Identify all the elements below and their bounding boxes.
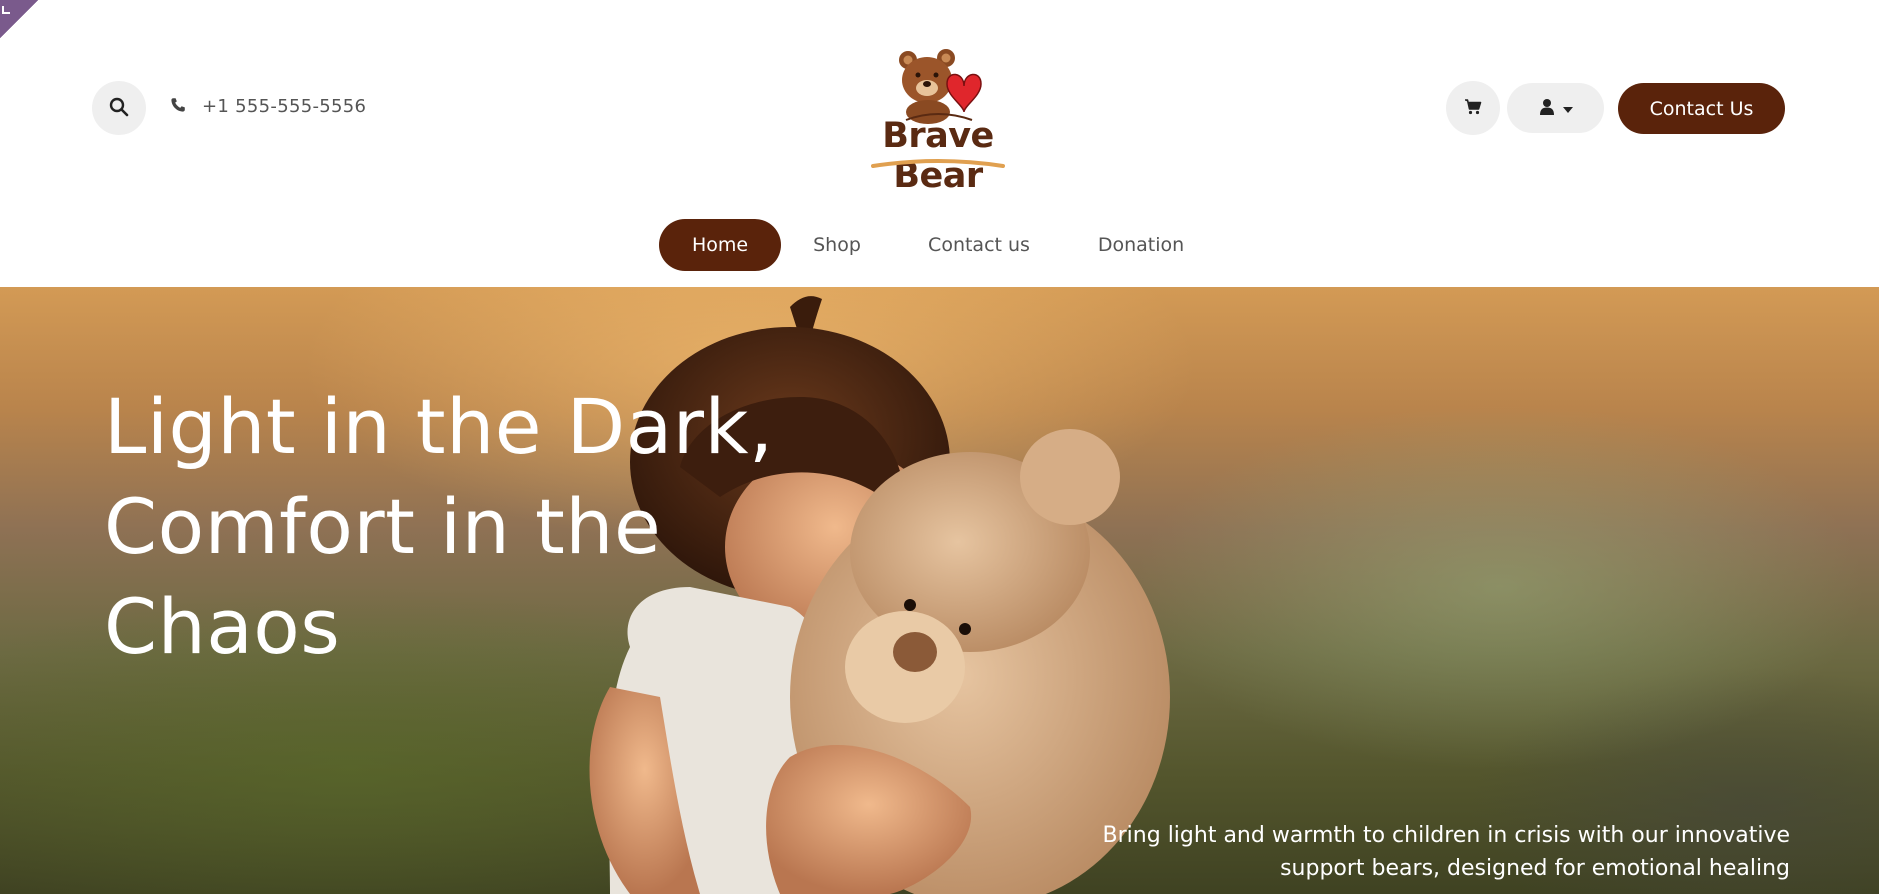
phone-icon [170,97,186,117]
cart-button[interactable] [1446,81,1500,135]
hero-banner: Light in the Dark, Comfort in the Chaos … [0,287,1879,894]
phone-number[interactable]: +1 555-555-5556 [202,96,366,117]
nav-item-donation[interactable]: Donation [1087,219,1195,271]
chevron-down-icon [1562,101,1573,116]
phone-contact[interactable]: +1 555-555-5556 [170,96,366,117]
nav-item-contact-us[interactable]: Contact us [913,219,1045,271]
main-navigation: Home Shop Contact us Donation [0,219,1879,271]
contact-us-button[interactable]: Contact Us [1618,83,1785,134]
bear-heart-icon [899,49,982,124]
hero-title: Light in the Dark, Comfort in the Chaos [104,382,774,671]
user-icon [1539,98,1555,118]
cart-icon [1464,98,1482,118]
brand-logo[interactable]: Brave Bear [848,44,1028,196]
search-icon [109,97,129,120]
search-button[interactable] [92,81,146,135]
site-header: +1 555-555-5556 Brave Bear Contact Us Ho… [0,0,1879,287]
logo-swoosh [871,159,1005,168]
user-menu-button[interactable] [1507,83,1604,133]
nav-item-shop[interactable]: Shop [797,219,877,271]
corner-ribbon [0,0,38,38]
corner-icon [2,6,10,14]
nav-item-home[interactable]: Home [659,219,781,271]
hero-subtitle: Bring light and warmth to children in cr… [1102,823,1790,881]
logo-text: Brave Bear [882,116,994,196]
